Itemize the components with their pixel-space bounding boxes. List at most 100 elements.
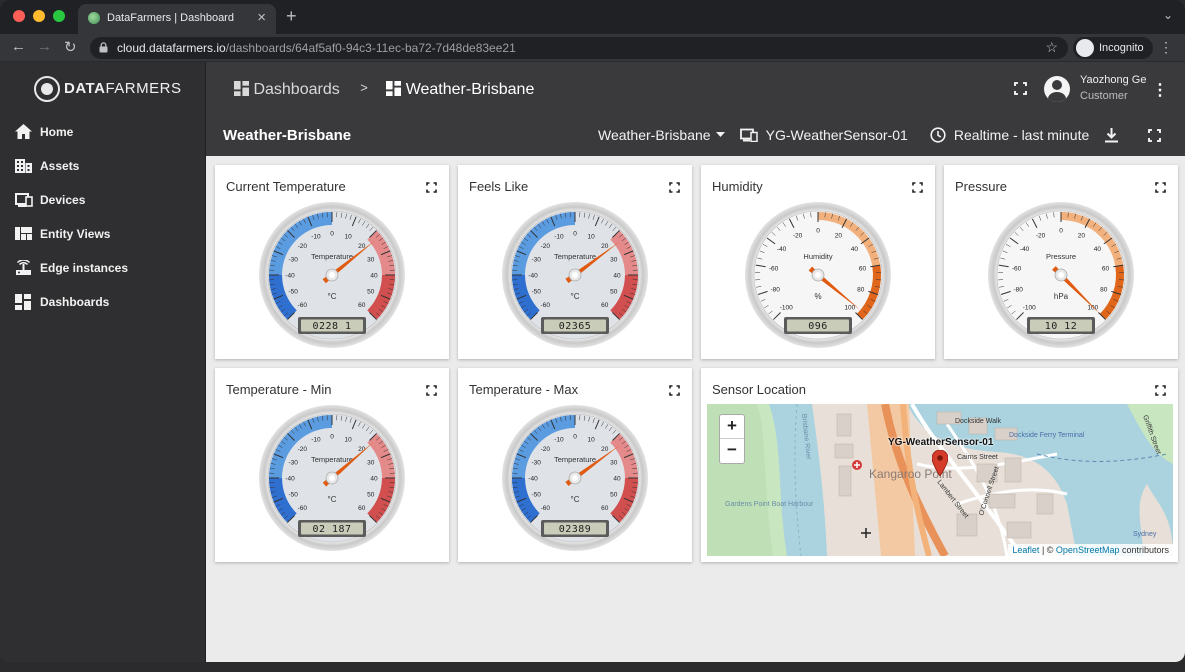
- gauge-hub-center: [329, 272, 335, 278]
- gauge-tick-label: 0: [573, 434, 577, 441]
- url-field[interactable]: cloud.datafarmers.io/dashboards/64af5af0…: [90, 37, 1068, 59]
- gauge-tick-label: 50: [367, 492, 375, 499]
- sidebar-item-edge-instances[interactable]: Edge instances: [0, 251, 206, 285]
- close-window-button[interactable]: [13, 10, 25, 22]
- gauge-tick-label: -40: [528, 273, 538, 280]
- map-label-dockside-walk: Dockside Walk: [955, 418, 1002, 425]
- temperature-min-gauge: -60-50-40-30-20-10 0 102030405060Temperatu…: [259, 405, 405, 551]
- incognito-badge[interactable]: Incognito: [1073, 37, 1153, 59]
- map-label-cairns-street: Cairns Street: [957, 454, 998, 461]
- breadcrumb-root-label: Dashboards: [253, 81, 340, 98]
- fullscreen-icon[interactable]: [1155, 385, 1166, 396]
- fullscreen-icon[interactable]: [912, 182, 923, 193]
- gauge-tick-label: -60: [1012, 265, 1022, 272]
- widget-humidity: Humidity -100 -80 -60 -40 -20 0 20 40 60 80 100 Hum…: [701, 165, 935, 359]
- gauge-tick-label: 40: [613, 476, 621, 483]
- forward-icon[interactable]: →: [37, 38, 52, 55]
- fullscreen-icon[interactable]: [1014, 82, 1027, 95]
- gauge-tick-label: -20: [793, 232, 803, 239]
- dashboard-state-select[interactable]: Weather-Brisbane: [598, 127, 726, 143]
- widget-feels-like: Feels Like -60 -50 -40 -30 -20 -10 0 10 20 30 40 50…: [458, 165, 692, 359]
- dashboards-icon: [234, 81, 249, 96]
- fullscreen-icon[interactable]: [1148, 129, 1161, 142]
- widget-temperature-min: Temperature - Min -60 -50 -40 -30 -20 -10 0 10 2…: [215, 368, 449, 562]
- gauge-label: Temperature: [554, 252, 596, 261]
- leaflet-link[interactable]: Leaflet: [1012, 545, 1039, 555]
- gauge-tick-label: 80: [857, 286, 865, 293]
- url-host: cloud.datafarmers.io: [117, 41, 226, 55]
- zoom-in-button[interactable]: +: [720, 415, 744, 439]
- gauge-label: Temperature: [311, 252, 353, 261]
- sidebar-item-dashboards[interactable]: Dashboards: [0, 285, 206, 319]
- widget-title: Pressure: [955, 179, 1008, 194]
- sidebar-item-home[interactable]: Home: [0, 115, 206, 149]
- browser-window: DataFarmers | Dashboard × + ⌄ ← → ↻ clou…: [0, 0, 1185, 662]
- fullscreen-icon[interactable]: [426, 182, 437, 193]
- reload-icon[interactable]: ↻: [64, 38, 77, 56]
- gauge-hub-center: [329, 475, 335, 481]
- widget-temperature-max: Temperature - Max -60 -50 -40 -30 -20 -10 0 10 2…: [458, 368, 692, 562]
- incognito-label: Incognito: [1099, 42, 1144, 54]
- download-icon[interactable]: [1105, 128, 1118, 143]
- close-tab-icon[interactable]: ×: [257, 9, 266, 26]
- more-options-icon[interactable]: ⋮: [1152, 80, 1168, 100]
- map-marker-icon[interactable]: [932, 450, 948, 476]
- gauge-tick-label: 30: [367, 256, 375, 263]
- gauge-tick-label: -40: [1020, 246, 1030, 253]
- chevron-down-icon[interactable]: ⌄: [1163, 8, 1173, 22]
- gauge-hub-center: [1058, 272, 1064, 278]
- minimize-window-button[interactable]: [33, 10, 45, 22]
- map[interactable]: Kangaroo Point Dockside Walk Dockside Fe…: [707, 404, 1173, 556]
- widget-title: Temperature - Max: [469, 382, 579, 397]
- devices-icon: [740, 128, 758, 143]
- gauge-tick-label: -100: [780, 304, 793, 311]
- incognito-icon: [1076, 39, 1094, 57]
- fullscreen-icon[interactable]: [669, 182, 680, 193]
- zoom-window-button[interactable]: [53, 10, 65, 22]
- gauge-unit: %: [814, 292, 821, 301]
- entity-views-icon: [15, 227, 32, 240]
- tab-title: DataFarmers | Dashboard: [107, 12, 234, 24]
- timewindow-label: Realtime - last minute: [953, 127, 1090, 143]
- gauge-tick-label: -20: [298, 243, 308, 250]
- fullscreen-icon[interactable]: [1155, 182, 1166, 193]
- gauge-tick-label: -40: [528, 476, 538, 483]
- new-tab-icon[interactable]: +: [286, 6, 297, 27]
- gauge-tick-label: 40: [851, 246, 859, 253]
- gauge-tick-label: 10: [587, 437, 595, 444]
- gauge-tick-label: -20: [298, 446, 308, 453]
- gauge-tick-label: 60: [1102, 265, 1110, 272]
- gauge-tick-label: 0: [1059, 228, 1063, 235]
- entity-alias-select[interactable]: YG-WeatherSensor-01: [740, 127, 908, 143]
- fullscreen-icon[interactable]: [426, 385, 437, 396]
- timewindow-select[interactable]: Realtime - last minute: [930, 127, 1089, 143]
- breadcrumb-dashboards[interactable]: Dashboards: [234, 81, 344, 98]
- gauge-lcd-value: 096: [808, 321, 828, 332]
- back-icon[interactable]: ←: [11, 38, 26, 55]
- browser-tab[interactable]: DataFarmers | Dashboard ×: [78, 4, 276, 34]
- zoom-control: + −: [719, 414, 745, 464]
- sidebar-item-entity-views[interactable]: Entity Views: [0, 217, 206, 251]
- bookmark-star-icon[interactable]: ☆: [1045, 39, 1058, 56]
- sidebar-item-assets[interactable]: Assets: [0, 149, 206, 183]
- assets-icon: [15, 159, 32, 173]
- gauge-lcd-value: 10 12: [1045, 321, 1078, 332]
- gauge-tick-label: -60: [298, 505, 308, 512]
- widget-pressure: Pressure -100 -80 -60 -40 -20 0 20 40 60 80 100 Pre…: [944, 165, 1178, 359]
- gauge-unit: hPa: [1054, 292, 1069, 301]
- gauge-tick-label: -30: [288, 256, 298, 263]
- zoom-out-button[interactable]: −: [720, 439, 744, 463]
- openstreetmap-link[interactable]: OpenStreetMap: [1056, 545, 1120, 555]
- gauge-tick-label: -40: [285, 273, 295, 280]
- gauge-tick-label: -20: [541, 446, 551, 453]
- fullscreen-icon[interactable]: [669, 385, 680, 396]
- gauge-tick-label: -10: [311, 234, 321, 241]
- gauge-tick-label: 0: [330, 231, 334, 238]
- gauge-label: Temperature: [554, 455, 596, 464]
- sidebar-item-devices[interactable]: Devices: [0, 183, 206, 217]
- gauge-tick-label: 100: [1087, 304, 1098, 311]
- gauge-tick-label: 30: [610, 256, 618, 263]
- browser-menu-icon[interactable]: ⋮: [1159, 39, 1173, 56]
- gauge-tick-label: -50: [531, 289, 541, 296]
- gauge-unit: °C: [571, 292, 580, 301]
